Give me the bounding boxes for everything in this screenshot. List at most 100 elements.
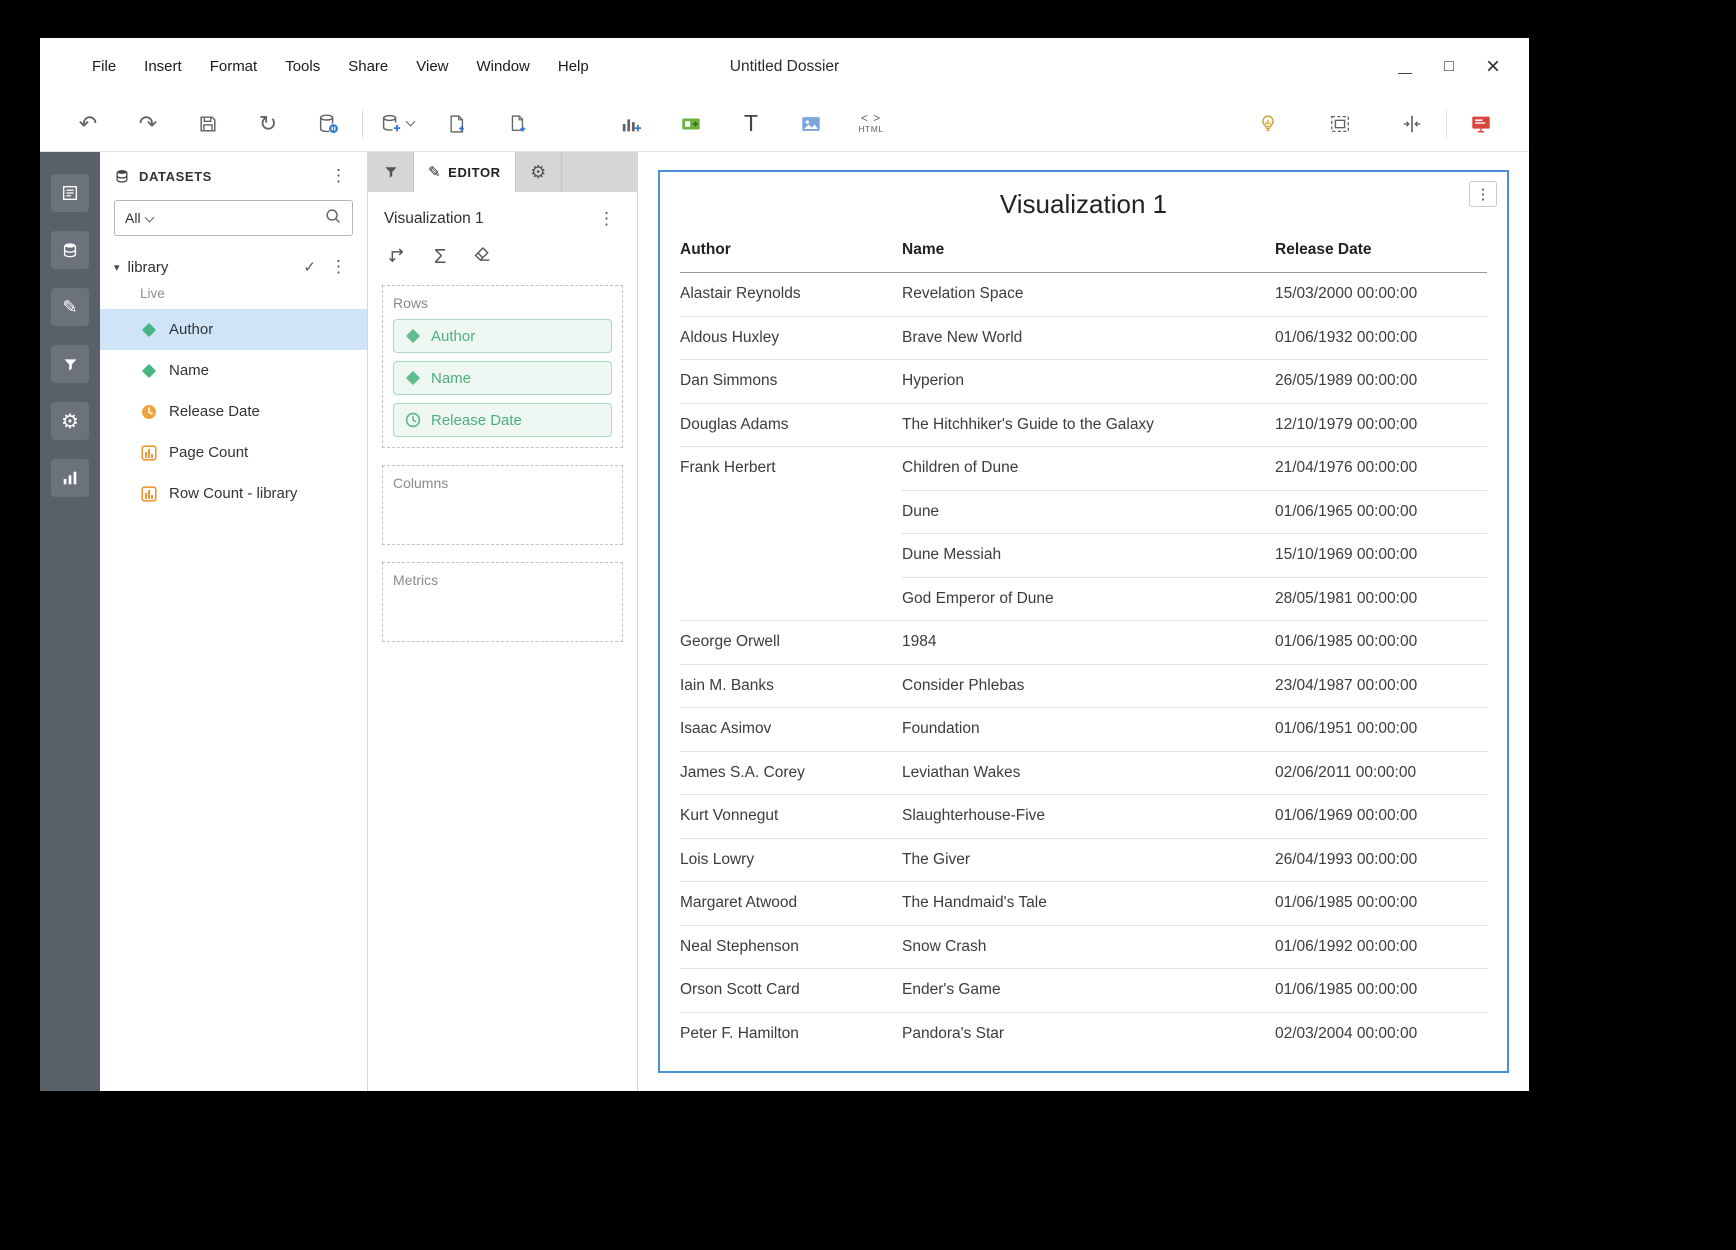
dataset-menu-button[interactable]: ⋮ — [324, 255, 353, 279]
presentation-mode-button[interactable] — [1459, 104, 1503, 144]
table-row[interactable]: Kurt Vonnegut Slaughterhouse-Five 01/06/… — [680, 795, 1487, 839]
menu-view[interactable]: View — [402, 38, 462, 96]
visualization-options-button[interactable]: ⋮ — [1469, 181, 1497, 207]
dataset-mode-label: Live — [100, 286, 367, 307]
table-row[interactable]: Neal Stephenson Snow Crash 01/06/1992 00… — [680, 925, 1487, 969]
menu-share[interactable]: Share — [334, 38, 402, 96]
table-row[interactable]: James S.A. Corey Leviathan Wakes 02/06/2… — [680, 751, 1487, 795]
search-button[interactable] — [324, 207, 342, 230]
data-grid: Author Name Release Date Alastair Reynol… — [680, 233, 1487, 1055]
dataset-field[interactable]: Page Count — [100, 432, 367, 473]
menu-window[interactable]: Window — [463, 38, 544, 96]
toolbar: ↶ ↷ ↻ — [40, 96, 1529, 152]
metric-icon — [140, 445, 158, 461]
insert-text-button[interactable]: T — [729, 104, 773, 144]
maximize-button[interactable]: □ — [1427, 47, 1471, 87]
table-row[interactable]: Margaret Atwood The Handmaid's Tale 01/0… — [680, 882, 1487, 926]
rail-visualizations-button[interactable] — [51, 459, 89, 497]
cell-date: 01/06/1969 00:00:00 — [1275, 795, 1487, 839]
dataset-field[interactable]: Author — [100, 309, 367, 350]
refresh-icon: ↻ — [259, 113, 277, 135]
eraser-icon — [473, 245, 492, 264]
close-button[interactable]: × — [1471, 47, 1515, 87]
filter-panel-icon — [680, 113, 702, 135]
dataset-search-bar[interactable]: All — [114, 200, 353, 236]
totals-button[interactable]: Σ — [434, 246, 446, 269]
columns-drop-zone[interactable]: Columns — [382, 465, 623, 545]
refresh-button[interactable]: ↻ — [246, 104, 290, 144]
table-row[interactable]: Alastair Reynolds Revelation Space 15/03… — [680, 273, 1487, 317]
visualization-container[interactable]: ⋮ Visualization 1 Author Name Release Da… — [658, 170, 1509, 1073]
header-author[interactable]: Author — [680, 233, 902, 273]
dataset-field[interactable]: Name — [100, 350, 367, 391]
visualization-menu-button[interactable]: ⋮ — [592, 207, 621, 231]
swap-axes-button[interactable] — [388, 245, 407, 269]
dataset-tree-item[interactable]: ▾ library ✓ ⋮ — [100, 248, 367, 286]
pencil-icon: ✎ — [428, 163, 441, 181]
table-row[interactable]: Lois Lowry The Giver 26/04/1993 00:00:00 — [680, 838, 1487, 882]
cell-author — [680, 534, 902, 578]
metrics-drop-zone[interactable]: Metrics — [382, 562, 623, 642]
cell-name: 1984 — [902, 621, 1275, 665]
menu-insert[interactable]: Insert — [130, 38, 196, 96]
visualization-name: Visualization 1 — [384, 210, 484, 228]
table-row[interactable]: God Emperor of Dune 28/05/1981 00:00:00 — [680, 577, 1487, 621]
table-row[interactable]: Douglas Adams The Hitchhiker's Guide to … — [680, 403, 1487, 447]
menu-tools[interactable]: Tools — [271, 38, 334, 96]
table-row[interactable]: Orson Scott Card Ender's Game 01/06/1985… — [680, 969, 1487, 1013]
clear-all-button[interactable] — [473, 245, 492, 269]
menu-format[interactable]: Format — [196, 38, 272, 96]
table-row[interactable]: Iain M. Banks Consider Phlebas 23/04/198… — [680, 664, 1487, 708]
add-data-button[interactable] — [375, 104, 419, 144]
tab-editor[interactable]: ✎ EDITOR — [414, 152, 516, 192]
table-row[interactable]: Dan Simmons Hyperion 26/05/1989 00:00:00 — [680, 360, 1487, 404]
table-row[interactable]: Dune 01/06/1965 00:00:00 — [680, 490, 1487, 534]
insights-button[interactable] — [1246, 104, 1290, 144]
collapse-panels-button[interactable] — [1390, 104, 1434, 144]
text-tool-icon: T — [744, 110, 758, 137]
table-row[interactable]: Frank Herbert Children of Dune 21/04/197… — [680, 447, 1487, 491]
insert-filter-panel-button[interactable] — [669, 104, 713, 144]
save-button[interactable] — [186, 104, 230, 144]
insert-html-button[interactable]: < > HTML — [849, 104, 893, 144]
data-source-status-button[interactable] — [306, 104, 350, 144]
table-row[interactable]: George Orwell 1984 01/06/1985 00:00:00 — [680, 621, 1487, 665]
table-row[interactable]: Peter F. Hamilton Pandora's Star 02/03/2… — [680, 1012, 1487, 1055]
zone-chip[interactable]: Name — [393, 361, 612, 395]
menu-file[interactable]: File — [78, 38, 130, 96]
tab-filter[interactable] — [368, 152, 414, 192]
cell-date: 01/06/1985 00:00:00 — [1275, 882, 1487, 926]
tab-properties[interactable]: ⚙ — [516, 152, 562, 192]
header-release-date[interactable]: Release Date — [1275, 233, 1487, 273]
search-filter-dropdown[interactable]: All — [125, 210, 141, 226]
rail-contents-button[interactable] — [51, 174, 89, 212]
table-row[interactable]: Aldous Huxley Brave New World 01/06/1932… — [680, 316, 1487, 360]
datasets-menu-button[interactable]: ⋮ — [324, 164, 353, 188]
minimize-button[interactable]: — — [1383, 47, 1427, 87]
rail-datasets-button[interactable] — [51, 231, 89, 269]
rail-format-button[interactable]: ✎ — [51, 288, 89, 326]
rows-drop-zone[interactable]: Rows Author Name Release Date — [382, 285, 623, 448]
redo-button[interactable]: ↷ — [126, 104, 170, 144]
layout-templates-button[interactable] — [1318, 104, 1362, 144]
cell-date: 21/04/1976 00:00:00 — [1275, 447, 1487, 491]
table-row[interactable]: Isaac Asimov Foundation 01/06/1951 00:00… — [680, 708, 1487, 752]
redo-icon: ↷ — [139, 113, 157, 135]
insert-visualization-button[interactable] — [609, 104, 653, 144]
insert-image-button[interactable] — [789, 104, 833, 144]
cell-author: Frank Herbert — [680, 447, 902, 491]
zone-chip[interactable]: Release Date — [393, 403, 612, 437]
table-row[interactable]: Dune Messiah 15/10/1969 00:00:00 — [680, 534, 1487, 578]
cell-name: Brave New World — [902, 316, 1275, 360]
header-name[interactable]: Name — [902, 233, 1275, 273]
undo-button[interactable]: ↶ — [66, 104, 110, 144]
menu-help[interactable]: Help — [544, 38, 603, 96]
dataset-field[interactable]: Row Count - library — [100, 473, 367, 514]
add-page-button[interactable] — [435, 104, 479, 144]
dataset-field[interactable]: Release Date — [100, 391, 367, 432]
zone-chip[interactable]: Author — [393, 319, 612, 353]
rail-settings-button[interactable]: ⚙ — [51, 402, 89, 440]
expand-caret-icon[interactable]: ▾ — [114, 261, 120, 274]
rail-filter-button[interactable] — [51, 345, 89, 383]
add-chapter-button[interactable] — [495, 104, 539, 144]
